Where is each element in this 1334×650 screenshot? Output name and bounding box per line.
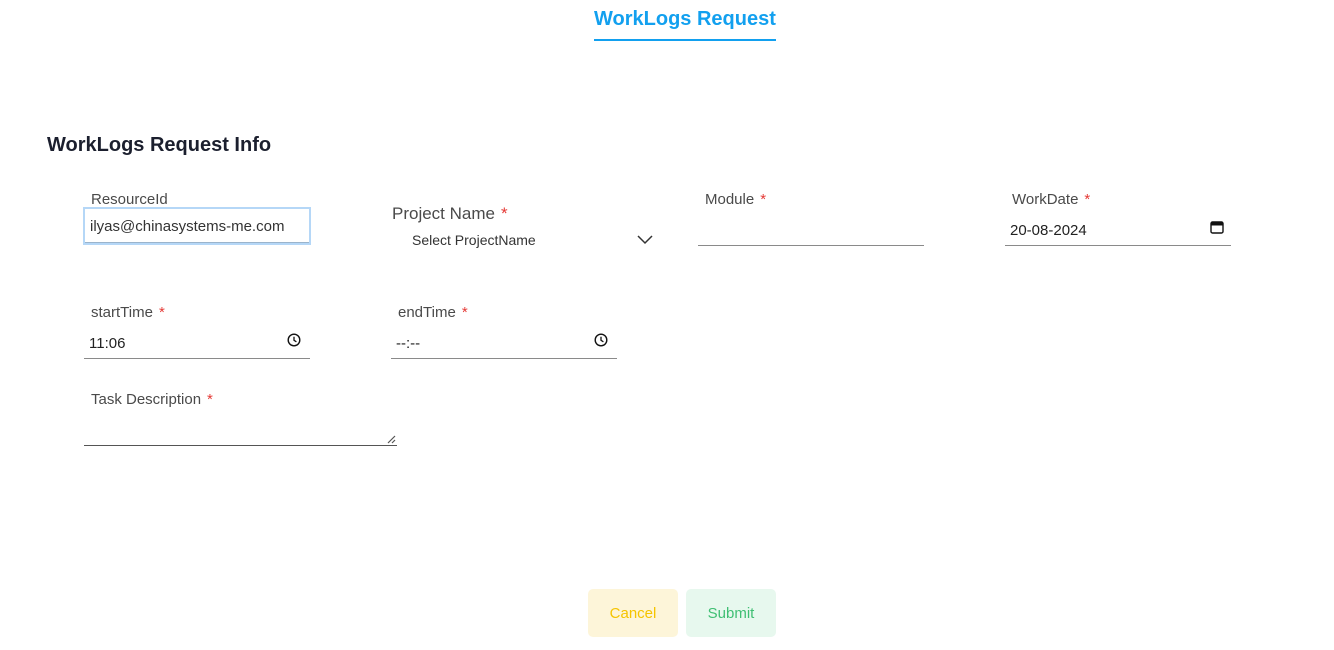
calendar-icon[interactable] xyxy=(1210,220,1224,234)
module-label-text: Module xyxy=(705,191,755,208)
work-date-value: 20-08-2024 xyxy=(1010,222,1087,239)
required-asterisk: * xyxy=(760,191,767,208)
task-description-textarea[interactable] xyxy=(84,419,397,446)
worklogs-request-page: WorkLogs Request WorkLogs Request Info R… xyxy=(0,0,1334,650)
resource-id-underline xyxy=(85,242,309,243)
project-name-select[interactable]: Select ProjectName xyxy=(392,226,667,252)
task-description-label: Task Description * xyxy=(91,391,213,408)
project-name-placeholder: Select ProjectName xyxy=(412,232,536,248)
work-date-input[interactable]: 20-08-2024 xyxy=(1005,220,1231,246)
resource-id-label: ResourceId xyxy=(91,191,168,208)
module-label: Module * xyxy=(705,191,766,208)
required-asterisk: * xyxy=(207,391,213,408)
end-time-label-text: endTime xyxy=(398,304,456,321)
chevron-down-icon xyxy=(637,235,653,245)
tab-worklogs-request[interactable]: WorkLogs Request xyxy=(594,8,776,41)
cancel-button[interactable]: Cancel xyxy=(588,589,678,637)
end-time-input[interactable]: --:-- xyxy=(391,333,617,359)
required-asterisk: * xyxy=(461,304,468,321)
submit-button[interactable]: Submit xyxy=(686,589,776,637)
resource-id-input[interactable]: ilyas@chinasystems-me.com xyxy=(83,207,311,245)
required-asterisk: * xyxy=(1084,191,1091,208)
module-input[interactable] xyxy=(698,220,924,246)
resize-grip-icon[interactable] xyxy=(386,434,396,444)
section-title: WorkLogs Request Info xyxy=(47,134,272,156)
required-asterisk: * xyxy=(158,304,165,321)
start-time-value: 11:06 xyxy=(89,335,126,352)
end-time-value: --:-- xyxy=(396,335,421,352)
resource-id-value: ilyas@chinasystems-me.com xyxy=(90,218,285,235)
work-date-label: WorkDate * xyxy=(1012,191,1090,208)
project-name-label-text: Project Name xyxy=(392,204,495,223)
work-date-label-text: WorkDate xyxy=(1012,191,1079,208)
required-asterisk: * xyxy=(500,204,508,223)
start-time-label-text: startTime xyxy=(91,304,153,321)
clock-icon[interactable] xyxy=(287,333,301,347)
clock-icon[interactable] xyxy=(594,333,608,347)
task-description-label-text: Task Description xyxy=(91,391,202,408)
resource-id-label-text: ResourceId xyxy=(91,191,168,208)
project-name-label: Project Name * xyxy=(392,204,508,224)
end-time-label: endTime * xyxy=(398,304,468,321)
start-time-label: startTime * xyxy=(91,304,165,321)
start-time-input[interactable]: 11:06 xyxy=(84,333,310,359)
